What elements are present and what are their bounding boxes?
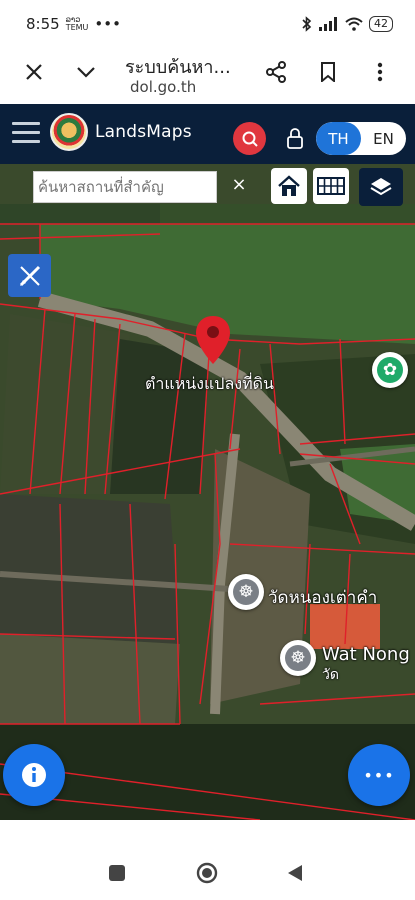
satellite-imagery: [0, 164, 415, 820]
ruler-pencil-icon: [19, 265, 40, 286]
home-button[interactable]: [271, 168, 307, 204]
grid-icon: [317, 177, 345, 195]
status-right: 42: [301, 16, 393, 32]
poi-marker-green[interactable]: ✿: [372, 352, 408, 388]
grid-button[interactable]: [313, 168, 349, 204]
status-time: 8:55: [26, 15, 60, 33]
chevron-down-icon[interactable]: [68, 54, 104, 90]
battery-icon: 42: [369, 16, 393, 32]
dharma-wheel-icon: ☸: [285, 645, 311, 671]
language-toggle[interactable]: TH EN: [316, 122, 406, 155]
temple-poi-marker-2[interactable]: ☸: [280, 640, 316, 676]
draw-tool-button[interactable]: [8, 254, 51, 297]
wifi-icon: [345, 17, 363, 31]
temple-label-short: วัด: [322, 667, 339, 683]
search-button[interactable]: [233, 122, 266, 155]
bookmark-icon[interactable]: [310, 54, 346, 90]
logo: [50, 113, 88, 151]
place-search-input[interactable]: [33, 171, 217, 203]
browser-toolbar: ระบบค้นหา... dol.go.th: [0, 48, 415, 104]
recents-icon[interactable]: [108, 864, 132, 888]
temple-label: วัดหนองเต่าคำ: [268, 588, 378, 608]
layers-icon: [370, 178, 392, 196]
parcel-location-label: ตำแหน่งแปลงที่ดิน: [145, 374, 274, 393]
system-nav-bar: [0, 820, 415, 900]
menu-icon[interactable]: [12, 122, 40, 146]
layers-button[interactable]: [359, 168, 403, 206]
app-header: LandsMaps TH EN: [0, 104, 415, 164]
status-carrier-icon: ລາວ TEMU: [65, 15, 89, 32]
location-pin-icon[interactable]: [193, 314, 233, 366]
lock-icon[interactable]: [285, 127, 305, 149]
status-bar: 8:55 ລາວ TEMU ••• 42: [0, 0, 415, 48]
home-icon: [278, 175, 300, 196]
signal-icon: [319, 17, 337, 31]
map-canvas[interactable]: × ตำแหน่งแปลงที่ดิน ✿ ☸ วัดหนองเต่าคำ ☸ …: [0, 164, 415, 820]
back-icon[interactable]: [287, 864, 311, 888]
app-name: LandsMaps: [95, 122, 192, 142]
more-dots-icon: •••: [363, 765, 395, 785]
more-options-button[interactable]: •••: [348, 744, 410, 806]
lang-en-button[interactable]: EN: [361, 122, 406, 155]
info-icon: [22, 763, 46, 787]
temple-poi-marker[interactable]: ☸: [228, 574, 264, 610]
close-icon[interactable]: [16, 54, 52, 90]
more-vert-icon[interactable]: [362, 54, 398, 90]
status-left: 8:55 ລາວ TEMU •••: [26, 15, 121, 33]
lang-th-button[interactable]: TH: [316, 122, 361, 155]
info-button[interactable]: [3, 744, 65, 806]
share-icon[interactable]: [258, 54, 294, 90]
page-url[interactable]: dol.go.th: [130, 78, 196, 96]
flower-icon: ✿: [377, 357, 403, 383]
bluetooth-icon: [302, 16, 312, 32]
page-title: ระบบค้นหา...: [125, 57, 231, 78]
temple-label-en: Wat Nong: [322, 644, 410, 665]
status-dots: •••: [94, 15, 121, 33]
home-nav-icon[interactable]: [196, 862, 220, 886]
clear-search-button[interactable]: ×: [228, 174, 250, 198]
search-icon: [242, 131, 258, 147]
dharma-wheel-icon: ☸: [233, 579, 259, 605]
